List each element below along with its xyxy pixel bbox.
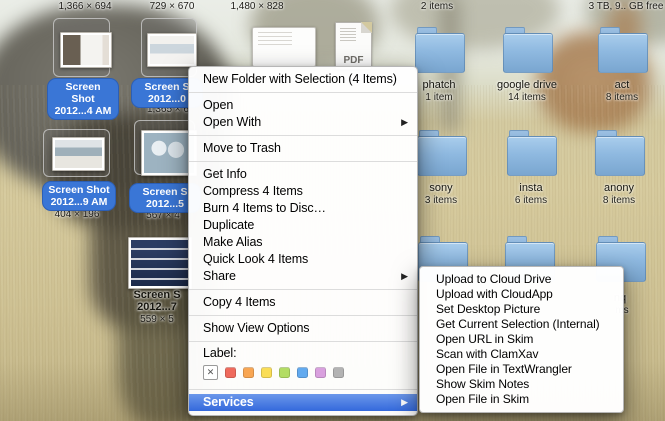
item-info-cutoff: 1,366 × 694: [58, 1, 112, 12]
menu-item-new-folder-with-selection[interactable]: New Folder with Selection (4 Items): [189, 71, 417, 88]
submenu-item-open-file-skim[interactable]: Open File in Skim: [420, 392, 623, 407]
menu-item-get-info[interactable]: Get Info: [189, 166, 417, 183]
submenu-item-open-url-skim[interactable]: Open URL in Skim: [420, 332, 623, 347]
menu-item-quick-look[interactable]: Quick Look 4 Items: [189, 251, 417, 268]
folder-item-count: 1 item: [425, 92, 453, 103]
menu-separator: [189, 389, 417, 390]
screenshot-thumbnail-2[interactable]: [147, 33, 197, 67]
menu-separator: [189, 135, 417, 136]
menu-item-share[interactable]: Share ▶: [189, 268, 417, 285]
folder-icon-phatch[interactable]: [415, 27, 465, 73]
screenshot-thumbnail-1[interactable]: [60, 32, 112, 68]
submenu-item-get-current-selection[interactable]: Get Current Selection (Internal): [420, 317, 623, 332]
label-swatch-red[interactable]: [225, 367, 236, 378]
label-swatch-green[interactable]: [279, 367, 290, 378]
submenu-item-show-skim-notes[interactable]: Show Skim Notes: [420, 377, 623, 392]
screenshot-thumbnail-3[interactable]: [52, 137, 105, 171]
submenu-item-upload-cloudapp[interactable]: Upload with CloudApp: [420, 287, 623, 302]
label-section-header: Label:: [203, 346, 237, 360]
folder-icon-insta[interactable]: [507, 130, 557, 176]
menu-separator: [189, 161, 417, 162]
menu-separator: [189, 289, 417, 290]
folder-name[interactable]: act: [592, 79, 652, 91]
folder-item-count: 3 items: [424, 195, 458, 206]
menu-item-show-view-options[interactable]: Show View Options: [189, 320, 417, 337]
menu-item-duplicate[interactable]: Duplicate: [189, 217, 417, 234]
folder-icon-sony[interactable]: [417, 130, 467, 176]
label-swatch-gray[interactable]: [333, 367, 344, 378]
submenu-arrow-icon: ▶: [401, 117, 408, 127]
folder-icon-anony[interactable]: [595, 130, 645, 176]
label-swatch-blue[interactable]: [297, 367, 308, 378]
folder-item-count: 6 items: [514, 195, 548, 206]
submenu-item-upload-cloud-drive[interactable]: Upload to Cloud Drive: [420, 272, 623, 287]
submenu-arrow-icon: ▶: [401, 271, 408, 281]
submenu-arrow-icon: ▶: [401, 397, 408, 407]
label-swatch-orange[interactable]: [243, 367, 254, 378]
screenshot-label-1[interactable]: Screen Shot 2012...4 AM: [47, 78, 119, 120]
window-thumbnail-icon[interactable]: [252, 27, 316, 67]
screenshot-label-3[interactable]: Screen Shot 2012...9 AM: [42, 181, 116, 211]
label-color-row: ✕: [189, 361, 417, 385]
menu-item-burn-to-disc[interactable]: Burn 4 Items to Disc…: [189, 200, 417, 217]
folder-icon-google-drive[interactable]: [503, 27, 553, 73]
menu-item-copy[interactable]: Copy 4 Items: [189, 294, 417, 311]
menu-separator: [189, 315, 417, 316]
submenu-item-set-desktop-picture[interactable]: Set Desktop Picture: [420, 302, 623, 317]
folder-icon-act[interactable]: [598, 27, 648, 73]
page-fold: [361, 22, 372, 33]
folder-item-count: 8 items: [605, 92, 639, 103]
folder-name[interactable]: anony: [589, 182, 649, 194]
menu-item-services[interactable]: Services ▶: [189, 394, 417, 411]
folder-name[interactable]: phatch: [409, 79, 469, 91]
pdf-badge: PDF: [343, 55, 364, 66]
item-info-cutoff: 1,480 × 828: [230, 1, 284, 12]
desktop-background: 1,366 × 694 729 × 670 1,480 × 828 2 item…: [0, 0, 665, 421]
folder-name[interactable]: insta: [501, 182, 561, 194]
label-swatch-yellow[interactable]: [261, 367, 272, 378]
pdf-file-icon[interactable]: PDF: [335, 22, 372, 70]
folder-item-count: 8 items: [602, 195, 636, 206]
screenshot-label-5-line2: 2012...7: [137, 301, 177, 313]
submenu-item-open-textwrangler[interactable]: Open File in TextWrangler: [420, 362, 623, 377]
menu-separator: [189, 92, 417, 93]
screenshot-label-5-line1: Screen S: [133, 289, 181, 301]
folder-item-count: 14 items: [508, 92, 546, 103]
menu-item-make-alias[interactable]: Make Alias: [189, 234, 417, 251]
menu-item-compress[interactable]: Compress 4 Items: [189, 183, 417, 200]
screenshot-icon-5[interactable]: [128, 237, 192, 289]
services-submenu: Upload to Cloud Drive Upload with CloudA…: [419, 266, 624, 413]
folder-name[interactable]: sony: [411, 182, 471, 194]
drive-info-cutoff: 3 TB, 9.. GB free: [588, 1, 664, 12]
menu-item-move-to-trash[interactable]: Move to Trash: [189, 140, 417, 157]
label-swatch-purple[interactable]: [315, 367, 326, 378]
item-info: 559 × 5: [140, 314, 174, 325]
context-menu: New Folder with Selection (4 Items) Open…: [188, 66, 418, 416]
label-clear-button[interactable]: ✕: [203, 365, 218, 380]
folder-name[interactable]: google drive: [487, 79, 567, 91]
menu-item-open[interactable]: Open: [189, 97, 417, 114]
menu-separator: [189, 341, 417, 342]
submenu-item-scan-clamxav[interactable]: Scan with ClamXav: [420, 347, 623, 362]
item-info-cutoff: 729 × 670: [149, 1, 195, 12]
menu-item-open-with[interactable]: Open With ▶: [189, 114, 417, 131]
item-info-cutoff: 2 items: [420, 1, 454, 12]
